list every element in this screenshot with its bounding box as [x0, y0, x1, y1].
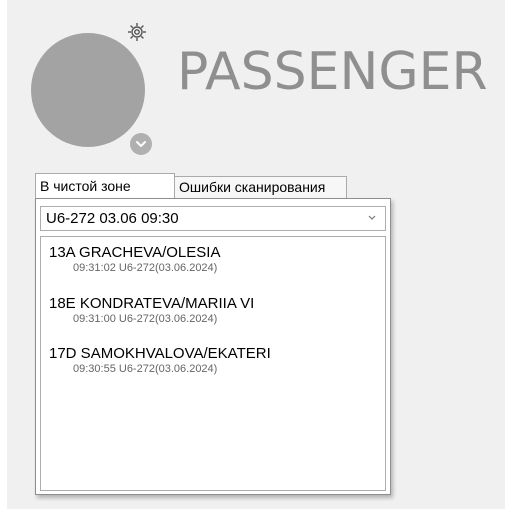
page-title: PASSENGER — [177, 42, 488, 102]
tab-scan-errors[interactable]: Ошибки сканирования — [175, 176, 347, 198]
scan-list[interactable]: 13A GRACHEVA/OLESIA 09:31:02 U6-272(03.0… — [40, 236, 386, 491]
passenger-name: 13A GRACHEVA/OLESIA — [49, 244, 221, 261]
chevron-down-icon — [136, 141, 146, 147]
tab-clean-zone[interactable]: В чистой зоне — [35, 173, 175, 198]
scan-meta: 09:31:02 U6-272(03.06.2024) — [73, 262, 218, 274]
scan-meta: 09:31:00 U6-272(03.06.2024) — [73, 313, 218, 325]
chevron-down-icon — [368, 215, 376, 220]
list-item[interactable]: 17D SAMOKHVALOVA/EKATERI 09:30:55 U6-272… — [49, 345, 271, 376]
tab-bar: В чистой зоне Ошибки сканирования — [35, 173, 347, 198]
passenger-panel: PASSENGER В чистой зоне Ошибки сканирова… — [7, 0, 505, 509]
flight-select[interactable]: U6-272 03.06 09:30 — [40, 206, 386, 231]
avatar — [31, 33, 145, 147]
passenger-name: 17D SAMOKHVALOVA/EKATERI — [49, 345, 271, 362]
expand-button[interactable] — [130, 133, 152, 155]
list-item[interactable]: 18E KONDRATEVA/MARIIA VI 09:31:00 U6-272… — [49, 295, 254, 326]
flight-select-value: U6-272 03.06 09:30 — [46, 210, 179, 227]
scan-meta: 09:30:55 U6-272(03.06.2024) — [73, 363, 218, 375]
list-item[interactable]: 13A GRACHEVA/OLESIA 09:31:02 U6-272(03.0… — [49, 244, 220, 275]
passenger-name: 18E KONDRATEVA/MARIIA VI — [49, 295, 255, 312]
gear-icon[interactable] — [126, 21, 148, 43]
tab-content: U6-272 03.06 09:30 13A GRACHEVA/OLESIA 0… — [35, 198, 391, 495]
